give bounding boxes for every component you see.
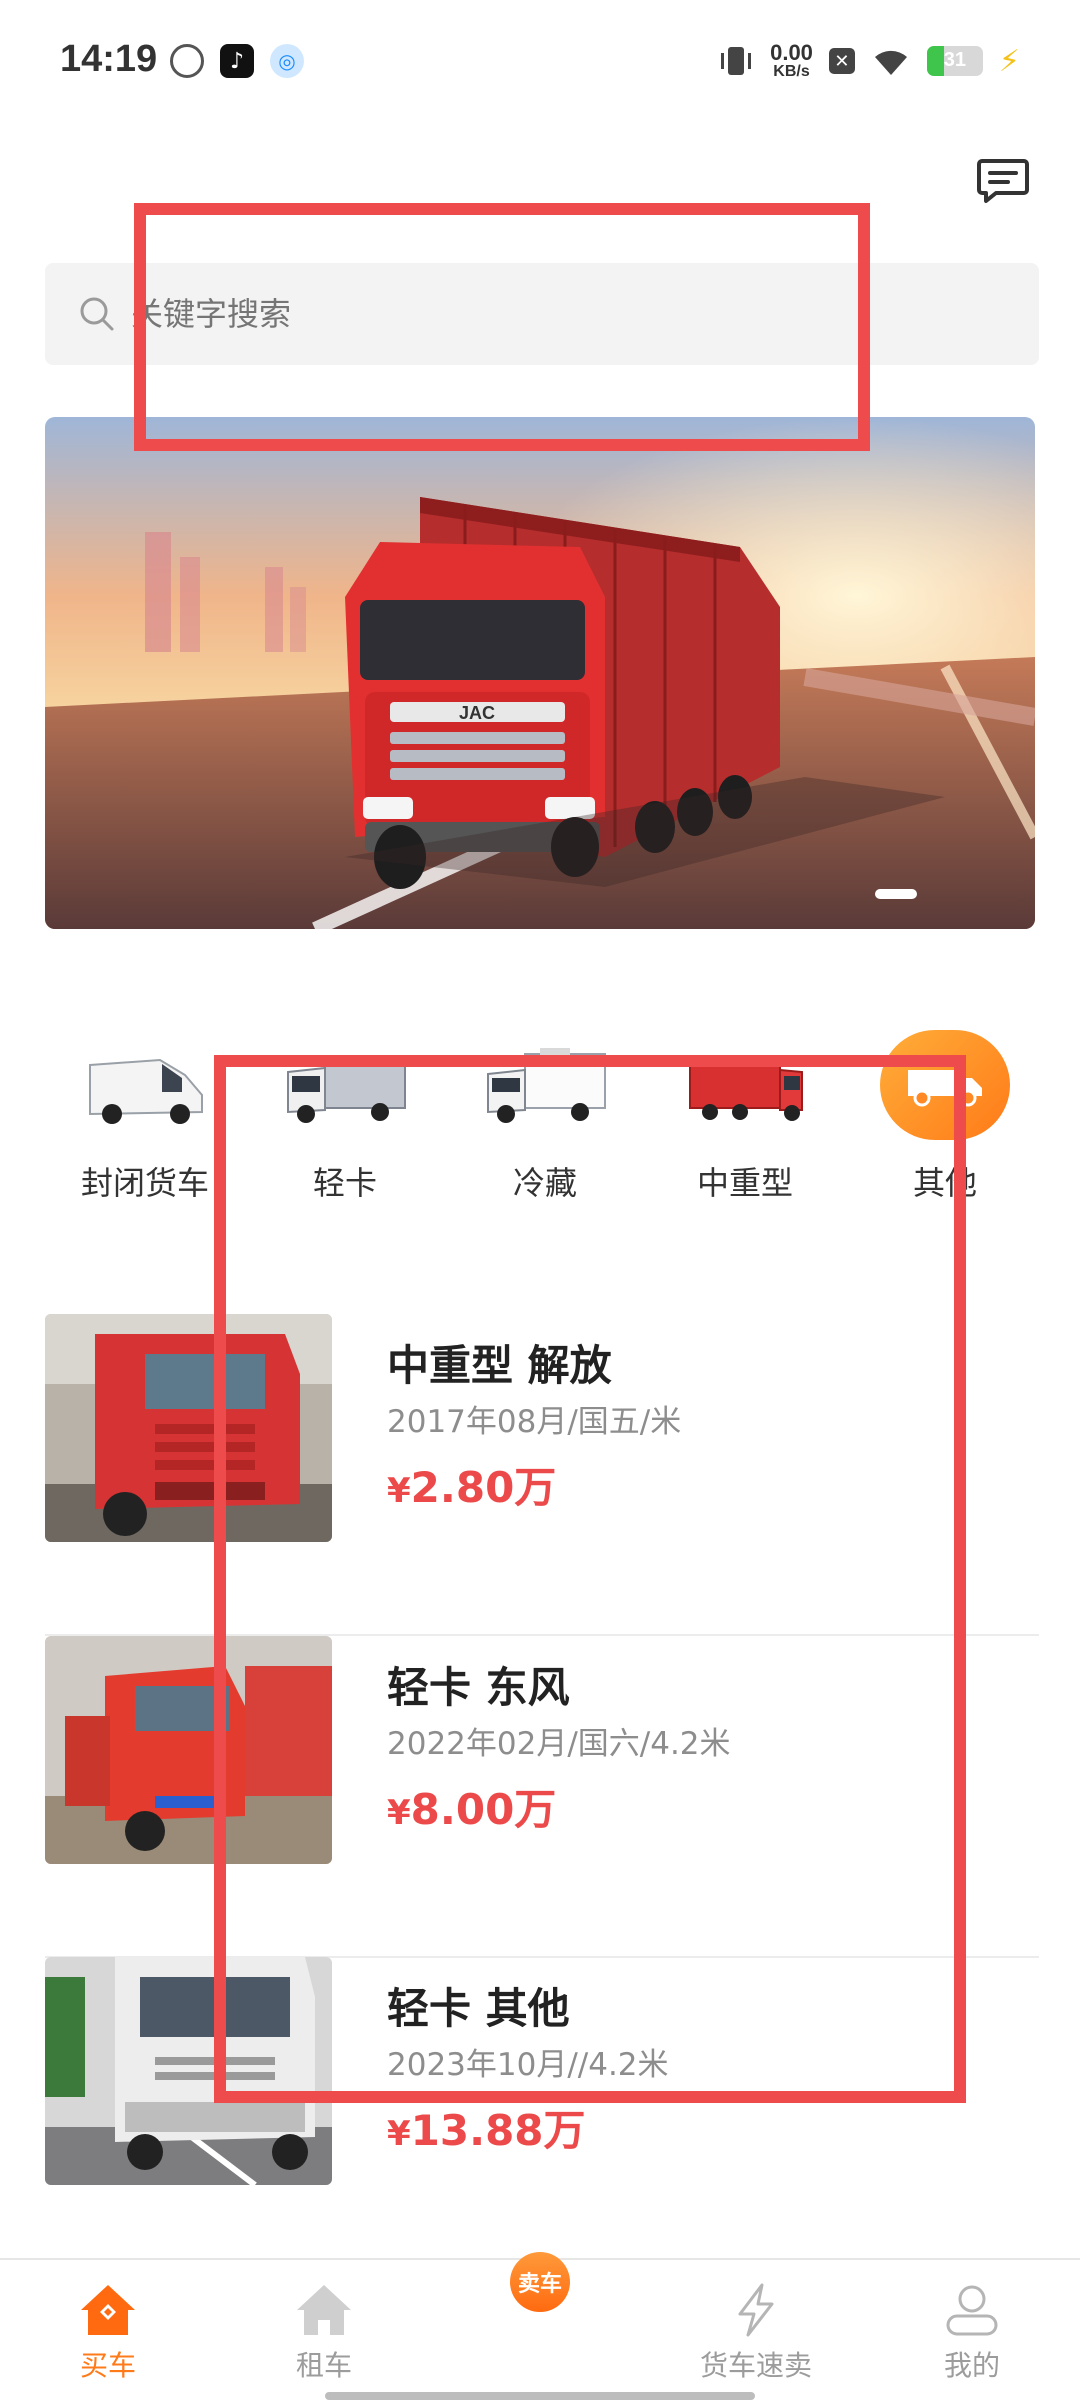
- listing-price: ¥13.88万: [387, 2106, 586, 2155]
- vibrate-icon: [721, 47, 752, 75]
- van-icon: [89, 1058, 203, 1124]
- category-item-refrigerated[interactable]: 冷藏: [445, 1030, 645, 1204]
- heavy-truck-icon: [689, 1057, 803, 1121]
- category-item-heavy[interactable]: 中重型: [645, 1030, 845, 1204]
- category-item-van[interactable]: 封闭货车: [45, 1030, 245, 1204]
- tab-buy[interactable]: 买车: [38, 2282, 178, 2384]
- status-bar: 14:19 ♪ ◎ 0.00 KB/s ✕ 31 ⚡: [0, 0, 1080, 120]
- sell-badge[interactable]: 卖车: [510, 2252, 570, 2312]
- tab-mine[interactable]: 我的: [902, 2282, 1042, 2384]
- sim-off-icon: ✕: [828, 48, 855, 74]
- tab-rent[interactable]: 租车: [254, 2282, 394, 2384]
- listing-item[interactable]: 中重型 解放 2017年08月/国五/米 ¥2.80万: [45, 1314, 1039, 1636]
- search-bar[interactable]: [45, 263, 1039, 365]
- browser-notification-icon: ◎: [270, 44, 304, 78]
- status-time: 14:19: [60, 38, 158, 80]
- listing-thumbnail: [45, 1314, 332, 1542]
- category-row: 封闭货车 轻卡 冷藏 中重型 其他: [45, 1030, 1045, 1204]
- house-icon: [297, 2285, 351, 2335]
- status-indicators: 0.00 KB/s ✕ 31 ⚡: [718, 42, 1020, 80]
- tiktok-icon: ♪: [220, 44, 254, 78]
- tab-quick-sell[interactable]: 货车速卖: [686, 2282, 826, 2384]
- battery-icon: 31: [926, 46, 983, 76]
- network-speed: 0.00 KB/s: [770, 40, 813, 80]
- category-item-light-truck[interactable]: 轻卡: [245, 1030, 445, 1204]
- listing-item[interactable]: 轻卡 其他 2023年10月//4.2米 ¥13.88万: [45, 1957, 1039, 2279]
- bottom-tab-bar: 买车 租车 卖车 货车速卖 我的: [0, 2252, 1080, 2408]
- refrigerated-truck-icon: [487, 1048, 606, 1123]
- listing-price: ¥2.80万: [387, 1463, 557, 1512]
- home-indicator: [325, 2392, 755, 2400]
- profile-icon: [946, 2285, 998, 2336]
- category-item-other[interactable]: 其他: [845, 1030, 1045, 1204]
- search-input[interactable]: [131, 295, 931, 333]
- wifi-icon: [874, 50, 907, 75]
- message-icon[interactable]: [976, 158, 1030, 204]
- charging-icon: ⚡: [998, 43, 1020, 79]
- listing-thumbnail: [45, 1636, 332, 1864]
- other-truck-icon: [908, 1070, 982, 1107]
- home-icon: [81, 2285, 135, 2335]
- lightning-icon: [738, 2283, 774, 2337]
- listing-thumbnail: [45, 1957, 332, 2185]
- light-truck-icon: [287, 1057, 406, 1123]
- svg-text:JAC: JAC: [459, 703, 495, 723]
- listing-item[interactable]: 轻卡 东风 2022年02月/国六/4.2米 ¥8.00万: [45, 1636, 1039, 1958]
- promo-banner[interactable]: JAC: [45, 417, 1035, 929]
- banner-page-indicator: [875, 889, 917, 899]
- listing-price: ¥8.00万: [387, 1785, 557, 1834]
- app-notification-icon: [170, 44, 204, 78]
- notification-icons: ♪ ◎: [170, 44, 304, 78]
- search-icon: [80, 297, 114, 331]
- banner-truck-image: JAC: [45, 417, 1035, 929]
